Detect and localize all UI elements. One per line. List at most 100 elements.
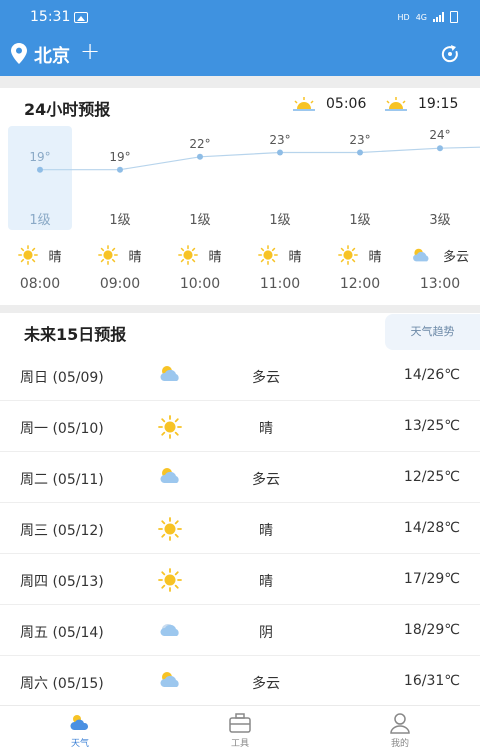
hour-temp: 24° bbox=[429, 128, 451, 143]
day-icon-wrap bbox=[158, 568, 184, 592]
hour-condition-label: 多云 bbox=[442, 249, 469, 265]
overcast-icon bbox=[160, 624, 179, 636]
weather-trend-button[interactable]: 天气趋势 bbox=[385, 314, 480, 350]
daily-row[interactable]: 周三 (05/12) 晴 14/28℃ bbox=[0, 504, 480, 554]
hour-condition-label: 晴 bbox=[368, 249, 382, 265]
hour-wind-level: 1级 bbox=[189, 213, 211, 228]
hour-time: 08:00 bbox=[19, 276, 61, 292]
signal-icon bbox=[433, 12, 444, 22]
sun-icon bbox=[98, 245, 119, 265]
day-date: 周四 (05/13) bbox=[20, 574, 104, 590]
cloudy-icon bbox=[160, 366, 179, 381]
bottom-navigation: 天气 工具 我的 bbox=[0, 705, 480, 751]
day-temp-range: 14/26℃ bbox=[403, 367, 460, 383]
day-date: 周五 (05/14) bbox=[20, 625, 104, 641]
hour-wind-level: 1级 bbox=[269, 213, 291, 228]
sunset-info: 19:15 bbox=[384, 96, 458, 112]
sunrise-icon bbox=[293, 97, 315, 111]
hour-wind-level: 1级 bbox=[109, 213, 131, 228]
section-divider bbox=[0, 76, 480, 88]
day-icon-wrap bbox=[158, 619, 184, 643]
day-icon-wrap bbox=[158, 364, 184, 388]
daily-row[interactable]: 周一 (05/10) 晴 13/25℃ bbox=[0, 402, 480, 452]
day-condition: 多云 bbox=[252, 370, 280, 386]
day-temp-range: 16/31℃ bbox=[403, 673, 460, 689]
day-condition: 晴 bbox=[259, 421, 273, 437]
weather-nav-icon bbox=[70, 715, 89, 730]
network-indicator: 4G bbox=[415, 12, 427, 22]
hour-condition: 多云 bbox=[400, 245, 480, 265]
toolbox-icon bbox=[229, 713, 251, 733]
daily-row[interactable]: 周四 (05/13) 晴 17/29℃ bbox=[0, 555, 480, 605]
cloudy-icon bbox=[160, 672, 179, 687]
status-time: 15:31 bbox=[30, 9, 71, 25]
day-condition: 阴 bbox=[259, 625, 273, 641]
hour-wind-level: 3级 bbox=[429, 213, 451, 228]
hour-condition: 晴 bbox=[80, 245, 160, 265]
nav-tools-label: 工具 bbox=[230, 739, 249, 749]
day-temp-range: 18/29℃ bbox=[403, 622, 460, 638]
sun-icon bbox=[158, 517, 182, 541]
hour-condition: 晴 bbox=[0, 245, 80, 265]
sun-icon bbox=[158, 568, 182, 592]
trend-point bbox=[357, 149, 363, 156]
day-temp-range: 12/25℃ bbox=[403, 469, 460, 485]
nav-tools[interactable]: 工具 bbox=[210, 712, 270, 749]
daily-row[interactable]: 周日 (05/09) 多云 14/26℃ bbox=[0, 351, 480, 401]
hour-condition: 晴 bbox=[160, 245, 240, 265]
hour-condition-label: 晴 bbox=[128, 249, 142, 265]
hour-temp: 23° bbox=[269, 132, 291, 147]
nav-weather[interactable]: 天气 bbox=[50, 712, 110, 749]
sun-icon bbox=[178, 245, 199, 265]
day-date: 周二 (05/11) bbox=[20, 472, 104, 488]
status-bar: 15:31 HD 4G bbox=[0, 0, 480, 34]
top-bar: 15:31 HD 4G 北京 + bbox=[0, 0, 480, 76]
day-temp-range: 14/28℃ bbox=[403, 520, 460, 536]
hour-wind-level: 1级 bbox=[29, 213, 51, 228]
trend-point bbox=[37, 166, 43, 173]
hour-temp: 23° bbox=[349, 132, 371, 147]
hour-time: 12:00 bbox=[339, 276, 381, 292]
section-divider bbox=[0, 305, 480, 313]
daily-row[interactable]: 周六 (05/15) 多云 16/31℃ bbox=[0, 657, 480, 707]
hour-temp: 19° bbox=[29, 149, 51, 164]
user-icon bbox=[390, 713, 410, 734]
day-condition: 晴 bbox=[259, 574, 273, 590]
hour-condition: 晴 bbox=[240, 245, 320, 265]
trend-point bbox=[117, 166, 123, 173]
app-header: 北京 + bbox=[0, 34, 480, 76]
day-icon-wrap bbox=[158, 466, 184, 490]
day-icon-wrap bbox=[158, 517, 184, 541]
trend-point bbox=[437, 145, 443, 152]
add-city-button[interactable]: + bbox=[80, 37, 100, 65]
day-condition: 多云 bbox=[252, 472, 280, 488]
sunset-time: 19:15 bbox=[418, 96, 459, 112]
nav-mine[interactable]: 我的 bbox=[370, 712, 430, 749]
battery-icon bbox=[450, 11, 458, 23]
hour-condition-label: 晴 bbox=[48, 249, 62, 265]
hour-wind-level: 1级 bbox=[349, 213, 371, 228]
hd-indicator: HD bbox=[397, 12, 410, 22]
nav-mine-label: 我的 bbox=[390, 739, 409, 749]
day-date: 周六 (05/15) bbox=[20, 676, 104, 692]
cloudy-icon bbox=[160, 468, 179, 483]
city-name[interactable]: 北京 bbox=[34, 42, 70, 68]
day-date: 周一 (05/10) bbox=[20, 421, 104, 437]
day-icon-wrap bbox=[158, 415, 184, 439]
hour-condition-label: 晴 bbox=[208, 249, 222, 265]
location-pin-icon bbox=[11, 43, 27, 64]
sunrise-time: 05:06 bbox=[326, 96, 367, 112]
hourly-title: 24小时预报 bbox=[24, 100, 111, 119]
day-date: 周三 (05/12) bbox=[20, 523, 104, 539]
daily-row[interactable]: 周二 (05/11) 多云 12/25℃ bbox=[0, 453, 480, 503]
hour-time: 10:00 bbox=[179, 276, 221, 292]
daily-title: 未来15日预报 bbox=[24, 325, 127, 344]
hour-temp: 19° bbox=[109, 149, 131, 164]
trend-point bbox=[197, 153, 203, 160]
sunrise-info: 05:06 bbox=[292, 96, 366, 112]
refresh-icon[interactable] bbox=[440, 44, 460, 64]
cloudy-icon bbox=[413, 248, 429, 261]
nav-weather-label: 天气 bbox=[70, 739, 89, 749]
daily-row[interactable]: 周五 (05/14) 阴 18/29℃ bbox=[0, 606, 480, 656]
day-date: 周日 (05/09) bbox=[20, 370, 104, 386]
